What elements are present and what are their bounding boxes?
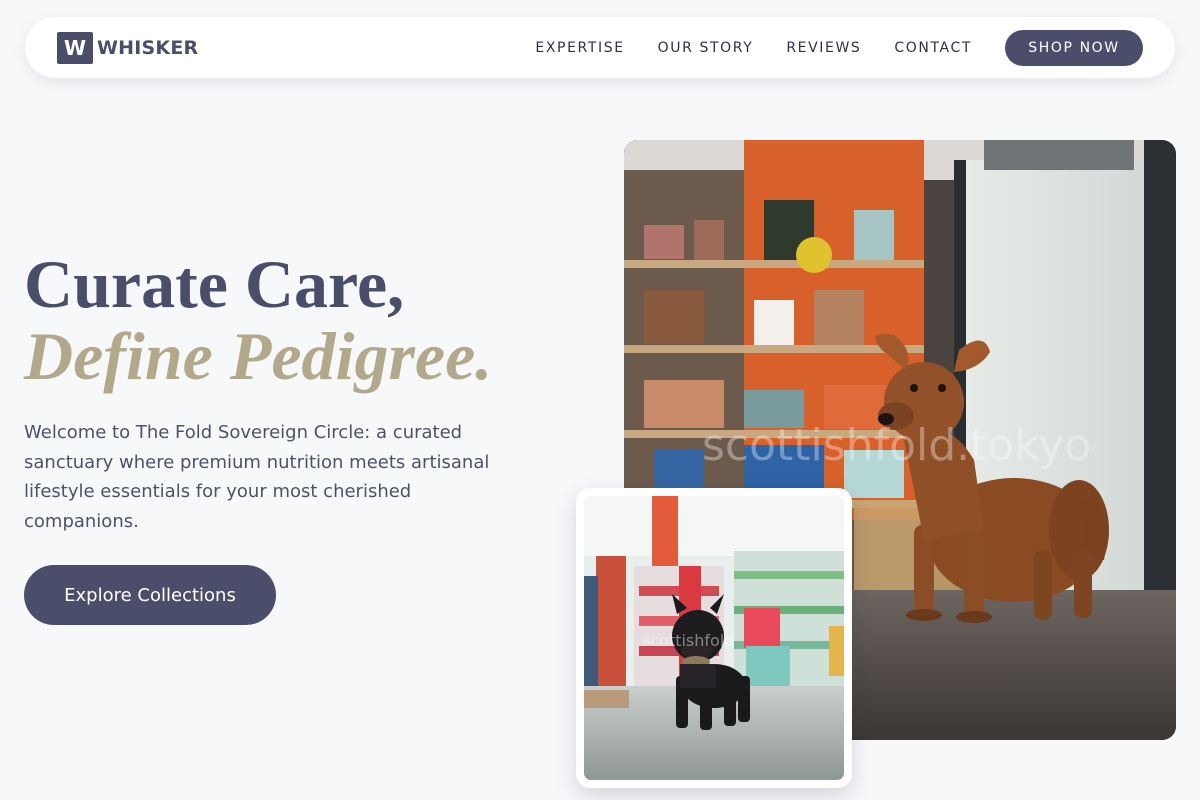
hero-title: Curate Care, Define Pedigree. bbox=[24, 248, 584, 392]
navbar: W WHISKER EXPERTISE OUR STORY REVIEWS CO… bbox=[25, 17, 1175, 78]
nav-link-reviews[interactable]: REVIEWS bbox=[786, 40, 861, 56]
nav-link-our-story[interactable]: OUR STORY bbox=[658, 40, 754, 56]
nav-link-expertise[interactable]: EXPERTISE bbox=[535, 40, 624, 56]
brand-name: WHISKER bbox=[97, 36, 199, 59]
hero-description: Welcome to The Fold Sovereign Circle: a … bbox=[24, 422, 490, 532]
inset-photo-watermark: scottishfold bbox=[642, 631, 734, 650]
main-photo-watermark: scottishfold.tokyo bbox=[702, 420, 1091, 471]
hero-title-line2: Define Pedigree. bbox=[24, 318, 493, 394]
hero-title-line1: Curate Care, bbox=[24, 246, 405, 322]
brand-logo[interactable]: W WHISKER bbox=[57, 31, 199, 64]
nav-link-contact[interactable]: CONTACT bbox=[894, 40, 972, 56]
inset-dog-photo: scottishfold bbox=[584, 496, 844, 780]
explore-collections-button[interactable]: Explore Collections bbox=[24, 565, 276, 625]
logo-mark-icon: W bbox=[57, 31, 93, 64]
inset-photo-card: scottishfold bbox=[576, 488, 852, 788]
photo-bulldog-in-store-icon: scottishfold bbox=[584, 496, 844, 780]
nav-links: EXPERTISE OUR STORY REVIEWS CONTACT bbox=[535, 40, 972, 56]
shop-now-button[interactable]: SHOP NOW bbox=[1005, 29, 1143, 66]
